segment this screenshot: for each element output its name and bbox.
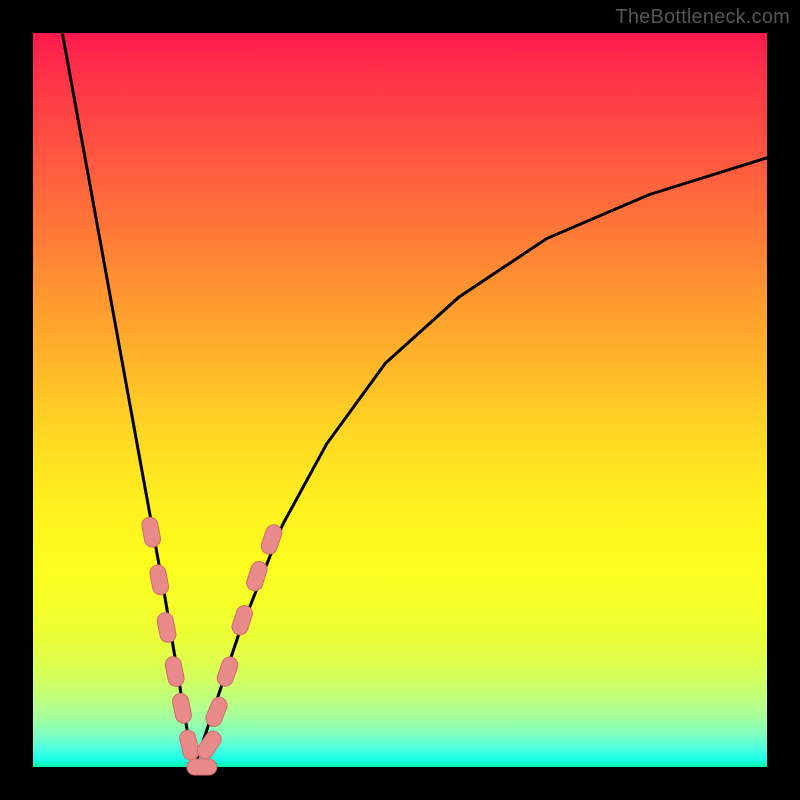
data-marker xyxy=(178,729,200,762)
marker-group xyxy=(141,516,284,775)
watermark-text: TheBottleneck.com xyxy=(615,6,790,29)
data-marker xyxy=(164,655,186,688)
data-marker xyxy=(215,655,240,689)
outer-frame: TheBottleneck.com xyxy=(0,0,800,800)
data-marker xyxy=(149,564,170,596)
data-marker xyxy=(230,603,254,636)
data-marker xyxy=(245,559,270,592)
chart-svg xyxy=(33,33,767,767)
curve-group xyxy=(62,33,767,767)
curve-right-arm xyxy=(194,158,767,767)
data-marker xyxy=(171,692,193,725)
data-marker xyxy=(204,695,230,729)
data-marker xyxy=(187,759,217,775)
data-marker xyxy=(141,516,162,548)
data-marker xyxy=(259,523,284,557)
data-marker xyxy=(156,611,178,644)
